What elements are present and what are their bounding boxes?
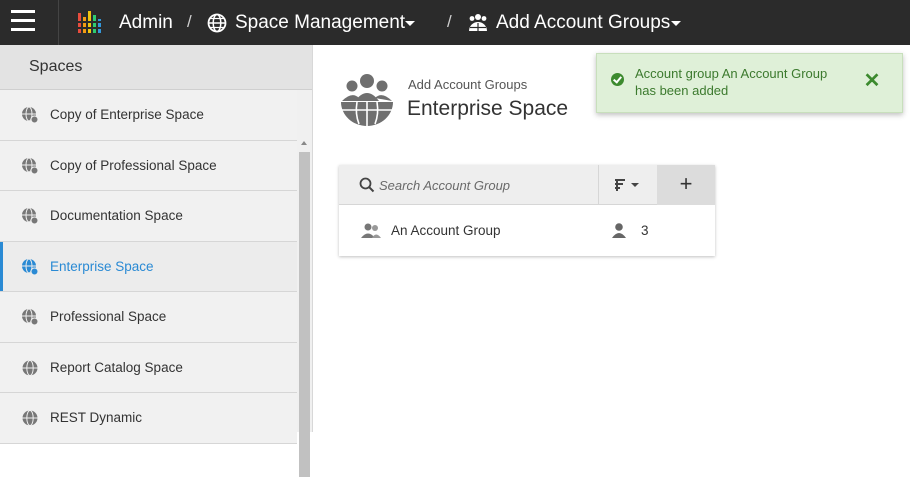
- account-group-row[interactable]: An Account Group 3: [339, 206, 715, 254]
- globe-icon: [22, 410, 38, 426]
- spaces-list: Copy of Enterprise Space Copy of Profess…: [0, 90, 297, 444]
- add-account-group-button[interactable]: +: [657, 165, 715, 205]
- sidebar-item-professional-space[interactable]: Professional Space: [0, 292, 297, 343]
- users-globe-icon: [469, 14, 487, 31]
- breadcrumb-separator: /: [447, 12, 452, 31]
- page-title: Enterprise Space: [407, 97, 569, 120]
- hamburger-menu-icon[interactable]: [11, 10, 35, 34]
- search-icon: [359, 177, 375, 193]
- member-count: 3: [641, 223, 649, 238]
- sidebar-item-label: Professional Space: [50, 309, 167, 324]
- user-icon: [612, 223, 626, 238]
- globe-icon: [22, 359, 38, 376]
- spaces-sidebar: Spaces Copy of Enterprise Space Copy of …: [0, 45, 313, 477]
- app-logo-icon[interactable]: [78, 11, 102, 35]
- sort-icon: [615, 179, 639, 191]
- check-circle-icon: [611, 73, 624, 86]
- breadcrumb-admin[interactable]: Admin: [119, 0, 173, 45]
- globe-icon: [207, 13, 227, 33]
- sidebar-item-documentation-space[interactable]: Documentation Space: [0, 191, 297, 242]
- scroll-up-arrow-icon[interactable]: [301, 141, 307, 145]
- breadcrumb-add-account-groups[interactable]: Add Account Groups: [496, 0, 670, 45]
- chevron-down-icon[interactable]: [671, 21, 681, 26]
- sidebar-item-label: Copy of Professional Space: [50, 157, 217, 173]
- page-subtitle: Add Account Groups: [408, 77, 528, 92]
- space-globe-icon: [22, 308, 39, 326]
- account-groups-globe-icon: [341, 74, 393, 126]
- chevron-down-icon[interactable]: [405, 21, 415, 26]
- account-group-name: An Account Group: [391, 223, 501, 238]
- toast-message: Account group An Account Group has been …: [635, 66, 828, 98]
- search-input[interactable]: [379, 173, 594, 197]
- sidebar-item-copy-of-enterprise-space[interactable]: Copy of Enterprise Space: [0, 90, 297, 141]
- space-globe-icon: [22, 207, 39, 225]
- sidebar-item-label: Enterprise Space: [50, 258, 154, 274]
- breadcrumb-separator: /: [187, 12, 192, 31]
- space-globe-icon: [22, 258, 39, 275]
- close-icon[interactable]: ✕: [862, 71, 882, 91]
- sidebar-item-rest-dynamic[interactable]: REST Dynamic: [0, 393, 297, 444]
- search-bar: +: [339, 165, 715, 205]
- sidebar-item-label: REST Dynamic: [50, 410, 143, 425]
- sidebar-item-copy-of-professional-space[interactable]: Copy of Professional Space: [0, 140, 297, 191]
- sidebar-scrollbar[interactable]: [297, 90, 312, 477]
- sidebar-item-report-catalog-space[interactable]: Report Catalog Space: [0, 342, 297, 393]
- success-toast: Account group An Account Group has been …: [596, 53, 903, 113]
- top-bar: Admin / Space Management / Add Account G…: [0, 0, 910, 45]
- sort-button[interactable]: [598, 165, 656, 205]
- sidebar-title: Spaces: [0, 45, 312, 90]
- users-icon: [361, 223, 381, 238]
- sidebar-item-label: Report Catalog Space: [50, 359, 183, 375]
- sidebar-item-label: Documentation Space: [50, 208, 183, 223]
- space-globe-icon: [22, 106, 39, 124]
- breadcrumb-space-management[interactable]: Space Management: [235, 0, 405, 45]
- sidebar-item-enterprise-space[interactable]: Enterprise Space: [0, 241, 297, 292]
- account-groups-panel: + An Account Group 3: [339, 165, 715, 256]
- space-globe-icon: [22, 157, 39, 174]
- scrollbar-thumb[interactable]: [299, 152, 310, 477]
- sidebar-item-label: Copy of Enterprise Space: [50, 107, 204, 122]
- topbar-divider: [58, 0, 59, 45]
